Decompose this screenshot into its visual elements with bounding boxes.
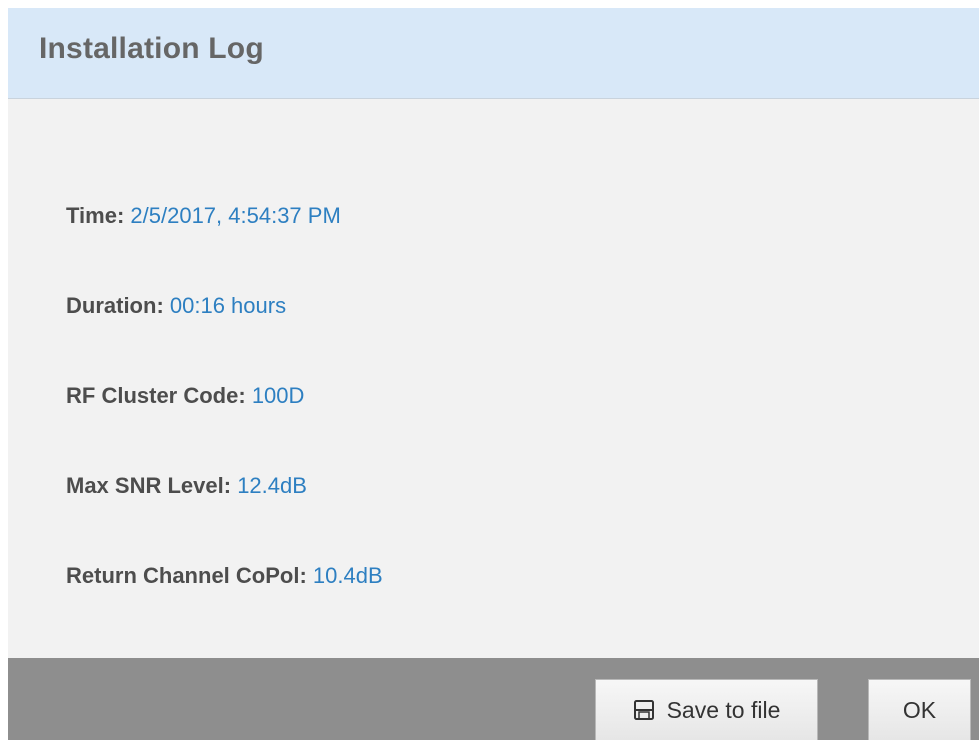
rf-cluster-code-row: RF Cluster Code: 100D [66, 382, 304, 410]
time-row: Time: 2/5/2017, 4:54:37 PM [66, 202, 341, 230]
save-to-file-button[interactable]: Save to file [595, 679, 818, 740]
max-snr-level-label: Max SNR Level: [66, 473, 232, 498]
max-snr-level-row: Max SNR Level: 12.4dB [66, 472, 307, 500]
save-to-file-label: Save to file [666, 696, 781, 723]
time-label: Time: [66, 203, 125, 228]
max-snr-level-value: 12.4dB [237, 473, 307, 498]
duration-value: 00:16 hours [169, 293, 287, 318]
installation-log-dialog: Installation Log Time: 2/5/2017, 4:54:37… [8, 8, 979, 740]
duration-label: Duration: [66, 293, 164, 318]
dialog-title: Installation Log [39, 32, 264, 65]
return-channel-copol-label: Return Channel CoPol: [66, 563, 307, 588]
time-value: 2/5/2017, 4:54:37 PM [130, 203, 341, 228]
dialog-content: Time: 2/5/2017, 4:54:37 PM Duration: 00:… [8, 99, 979, 659]
dialog-header: Installation Log [8, 8, 979, 99]
floppy-disk-icon [633, 699, 655, 721]
return-channel-copol-value: 10.4dB [312, 563, 383, 588]
dialog-footer: Save to file OK [8, 658, 979, 740]
duration-row: Duration: 00:16 hours [66, 292, 286, 320]
ok-button[interactable]: OK [868, 679, 971, 740]
rf-cluster-code-label: RF Cluster Code: [66, 383, 246, 408]
rf-cluster-code-value: 100D [251, 383, 305, 408]
ok-label: OK [902, 696, 937, 723]
return-channel-copol-row: Return Channel CoPol: 10.4dB [66, 562, 383, 590]
